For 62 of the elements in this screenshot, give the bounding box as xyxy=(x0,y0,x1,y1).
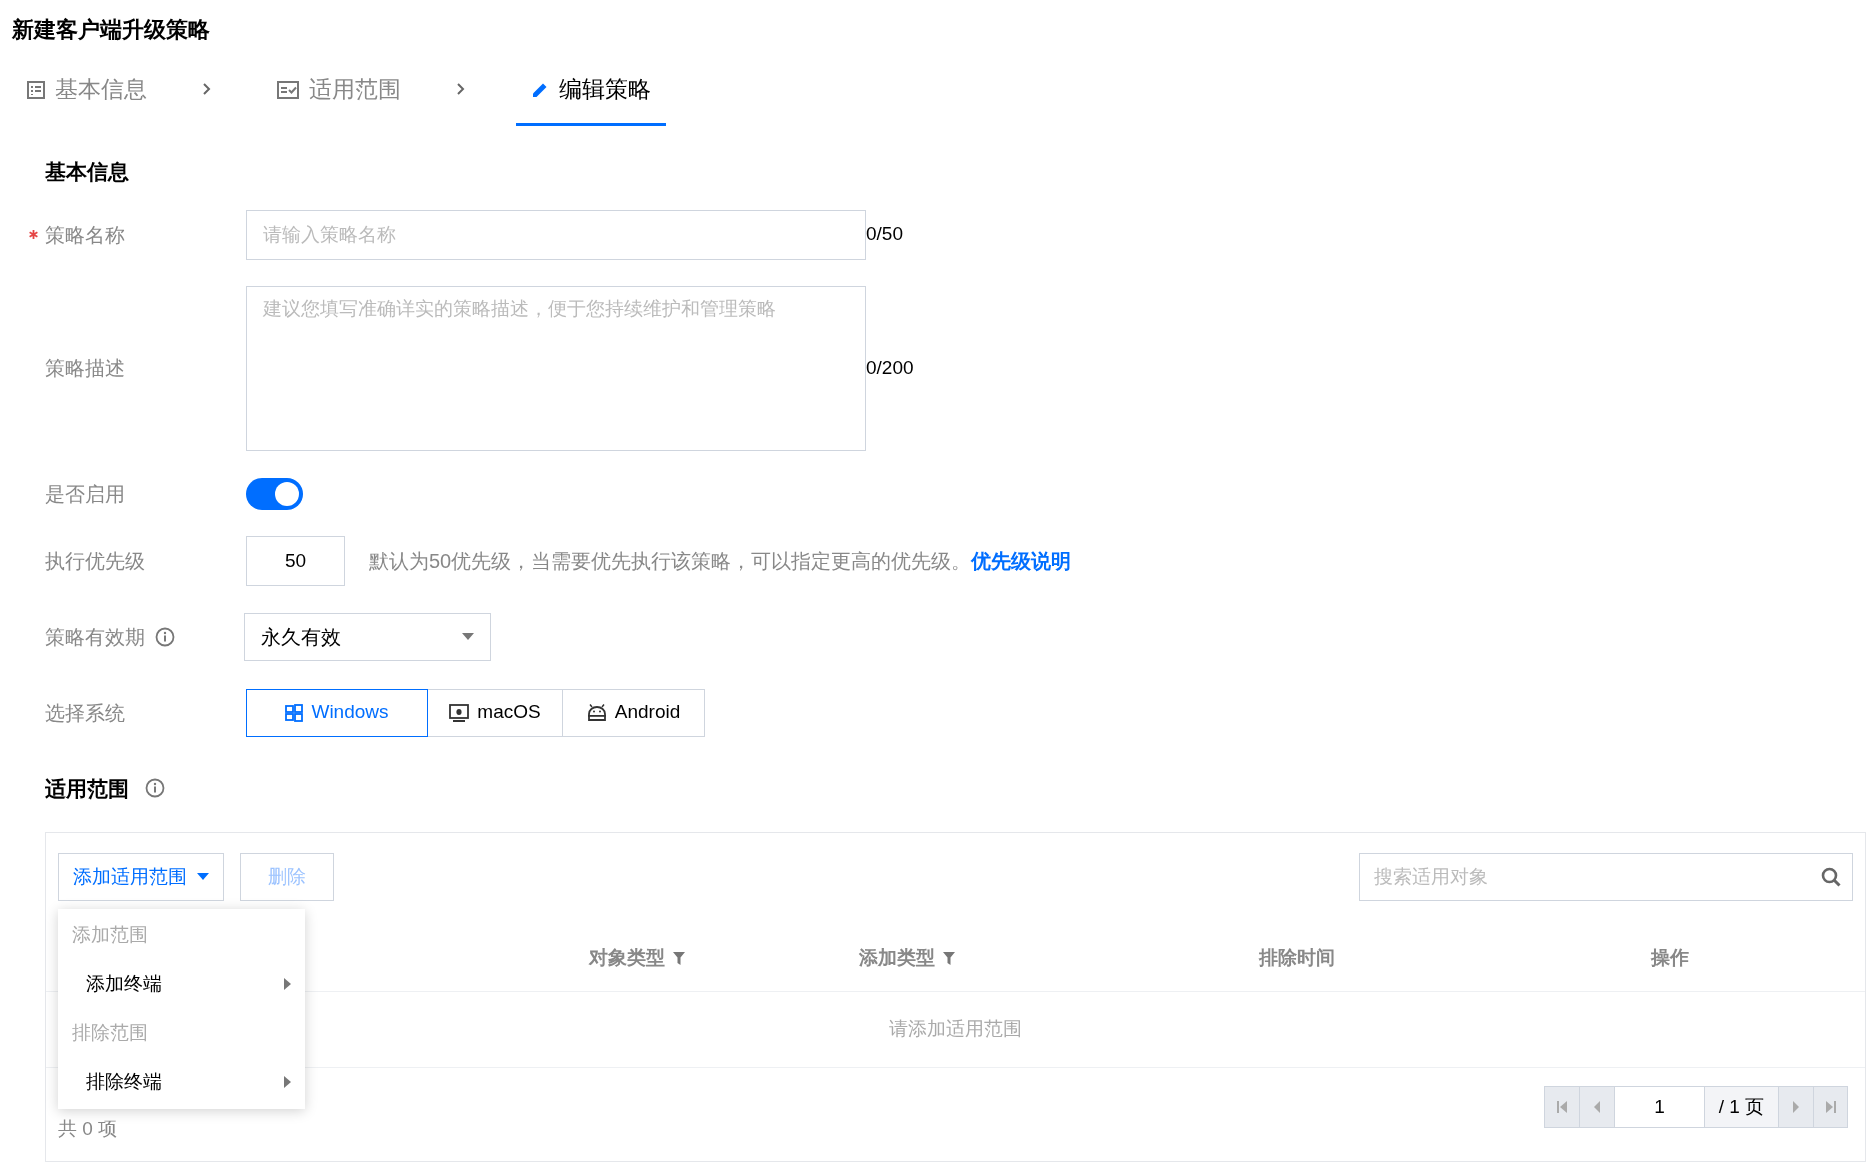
os-option[interactable]: Windows xyxy=(246,688,428,737)
column-header: 操作 xyxy=(1651,945,1689,970)
checklist-icon xyxy=(277,80,299,99)
page-input[interactable]: 1 xyxy=(1614,1086,1704,1128)
chevron-icon xyxy=(202,82,212,96)
menu-group-label: 排除范围 xyxy=(71,1020,149,1045)
page-title: 新建客户端升级策略 xyxy=(12,16,211,44)
first-page-button[interactable] xyxy=(1544,1086,1579,1128)
step-tab[interactable]: 适用范围 xyxy=(262,56,416,126)
enable-toggle[interactable] xyxy=(246,477,303,510)
empty-message: 请添加适用范围 xyxy=(889,1017,1022,1042)
os-option[interactable]: macOS xyxy=(427,688,563,737)
description-textarea[interactable]: 建议您填写准确详实的策略描述，便于您持续维护和管理策略 xyxy=(246,285,866,451)
field-label: 选择系统 xyxy=(45,700,125,726)
os-option[interactable]: Android xyxy=(562,688,705,737)
step-tab[interactable]: 编辑策略 xyxy=(516,56,666,126)
name-input[interactable]: 请输入策略名称 xyxy=(246,209,866,260)
info-icon xyxy=(145,778,165,799)
character-counter: 0/200 xyxy=(866,355,914,380)
filter-icon xyxy=(673,951,685,965)
field-label: 执行优先级 xyxy=(45,548,145,574)
validity-select[interactable]: 永久有效 xyxy=(244,612,491,661)
menu-item[interactable]: 排除终端 xyxy=(58,1057,305,1107)
list-icon xyxy=(27,80,45,99)
priority-help-link[interactable]: 优先级说明 xyxy=(971,545,1072,576)
dropdown-caret-icon xyxy=(462,632,474,641)
section-title: 适用范围 xyxy=(45,775,129,802)
section-title: 基本信息 xyxy=(45,159,130,185)
character-counter: 0/50 xyxy=(866,222,903,247)
menu-item[interactable]: 添加终端 xyxy=(58,959,305,1009)
next-page-button[interactable] xyxy=(1778,1086,1813,1128)
field-label: 策略描述 xyxy=(45,356,125,381)
field-label: 策略名称 xyxy=(45,222,125,248)
search-field[interactable]: 搜索适用对象 xyxy=(1359,853,1853,901)
menu-group-label: 添加范围 xyxy=(71,922,149,947)
windows-icon xyxy=(285,703,304,722)
column-header: 添加类型 xyxy=(859,945,935,970)
search-icon xyxy=(1821,867,1841,887)
priority-input[interactable]: 50 xyxy=(246,535,345,586)
caret-icon xyxy=(197,873,209,881)
last-page-icon xyxy=(1825,1101,1836,1113)
previous-page-icon xyxy=(1592,1101,1602,1113)
info-icon xyxy=(155,626,175,647)
submenu-arrow-icon xyxy=(284,978,291,990)
first-page-icon xyxy=(1557,1101,1567,1113)
submenu-arrow-icon xyxy=(284,1076,291,1088)
filter-icon xyxy=(943,951,955,965)
android-robot-icon xyxy=(586,703,607,722)
page-total: / 1 页 xyxy=(1704,1086,1778,1128)
step-tab[interactable]: 基本信息 xyxy=(12,56,162,126)
total-count: 共 0 项 xyxy=(58,1116,118,1141)
add-scope-dropdown-button[interactable]: 添加适用范围 xyxy=(58,853,224,901)
column-header: 对象类型 xyxy=(589,945,665,970)
chevron-icon xyxy=(456,82,466,96)
previous-page-button[interactable] xyxy=(1579,1086,1614,1128)
last-page-button[interactable] xyxy=(1813,1086,1848,1128)
next-page-icon xyxy=(1791,1101,1801,1113)
priority-hint: 默认为50优先级，当需要优先执行该策略，可以指定更高的优先级。 xyxy=(369,548,972,574)
column-header: 排除时间 xyxy=(1259,945,1335,970)
monitor-icon xyxy=(449,703,470,722)
field-label: 策略有效期 xyxy=(45,624,145,650)
field-label: 是否启用 xyxy=(45,481,125,507)
